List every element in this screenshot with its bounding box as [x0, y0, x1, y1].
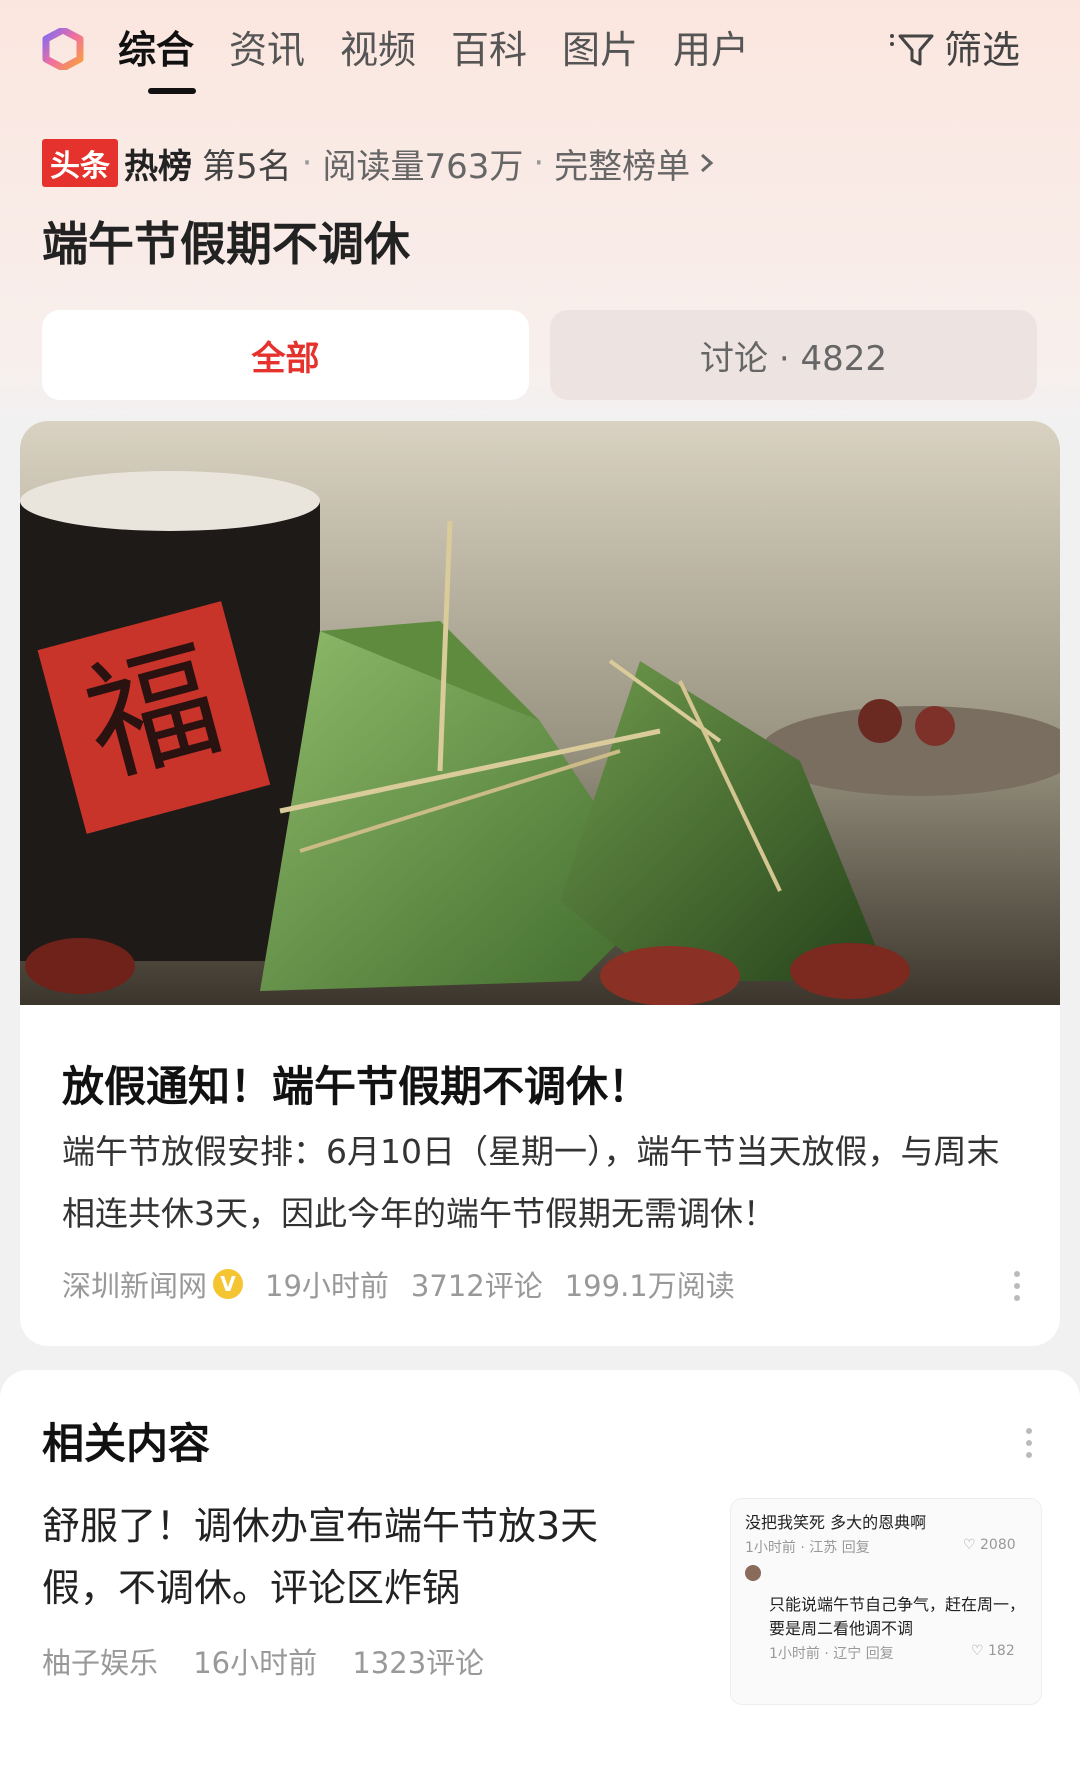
related-meta: 柚子娱乐 16小时前 1323评论: [42, 1640, 510, 1682]
full-list-label: 完整榜单: [554, 146, 691, 187]
segment-all[interactable]: 全部: [42, 310, 529, 400]
full-list-link[interactable]: 完整榜单: [554, 139, 718, 188]
segment-discussion[interactable]: 讨论 · 4822: [550, 310, 1037, 400]
thumb-comment-2a: 只能说端午节自己争气，赶在周一，: [769, 1595, 1026, 1614]
separator-dot: ·: [301, 143, 313, 183]
related-title[interactable]: 舒服了！调休办宣布端午节放3天假，不调休。评论区炸锅: [42, 1495, 662, 1619]
article-time: 19小时前: [265, 1269, 389, 1303]
avatar: [745, 1565, 761, 1581]
article-meta: 深圳新闻网 V 19小时前 3712评论 199.1万阅读: [62, 1263, 735, 1305]
tab-images[interactable]: 图片: [562, 20, 638, 80]
active-tab-indicator: [148, 88, 196, 94]
page-title: 端午节假期不调休: [42, 217, 410, 271]
related-more-icon[interactable]: [1026, 1428, 1032, 1458]
filter-button[interactable]: 筛选: [888, 20, 1020, 80]
article-source[interactable]: 深圳新闻网: [62, 1263, 207, 1305]
article-title[interactable]: 放假通知！端午节假期不调休！: [62, 1053, 650, 1114]
read-count: 阅读量763万: [322, 146, 524, 187]
toutiao-badge: 头条: [42, 139, 118, 187]
related-thumbnail[interactable]: 没把我笑死 多大的恩典啊 1小时前 · 江苏 回复 ♡ 2080 只能说端午节自…: [730, 1498, 1042, 1705]
related-comments: 1323评论: [352, 1646, 485, 1680]
tab-wiki[interactable]: 百科: [451, 20, 527, 80]
related-source[interactable]: 柚子娱乐: [42, 1646, 158, 1680]
separator-dot: ·: [533, 143, 545, 183]
tab-general[interactable]: 综合: [118, 20, 194, 80]
filter-label: 筛选: [944, 28, 1021, 72]
thumb-comment-2-likes: ♡ 182: [971, 1643, 1015, 1659]
article-hero-image[interactable]: 福: [20, 421, 1060, 1005]
hotlist-badge: 热榜: [124, 146, 192, 187]
related-content-card: 相关内容 舒服了！调休办宣布端午节放3天假，不调休。评论区炸锅 柚子娱乐 16小…: [0, 1370, 1080, 1770]
top-tab-bar: 综合 资讯 视频 百科 图片 用户 筛选: [0, 0, 1080, 100]
article-summary: 端午节放假安排：6月10日（星期一），端午节当天放假，与周末相连共休3天，因此今…: [62, 1132, 1000, 1233]
thumb-comment-1-meta: 1小时前 · 江苏 回复: [745, 1540, 870, 1556]
related-heading: 相关内容: [42, 1419, 211, 1468]
tab-news[interactable]: 资讯: [229, 20, 305, 80]
rank-text: 第5名: [202, 146, 292, 187]
tab-video[interactable]: 视频: [340, 20, 416, 80]
thumb-comment-1: 没把我笑死 多大的恩典啊: [745, 1513, 927, 1532]
chevron-right-icon: [701, 153, 714, 173]
article-comments: 3712评论: [410, 1269, 543, 1303]
more-options-icon[interactable]: [1014, 1271, 1020, 1301]
thumb-comment-1-likes: ♡ 2080: [963, 1537, 1016, 1553]
thumb-comment-2b: 要是周二看他调不调: [769, 1619, 914, 1638]
related-time: 16小时前: [193, 1646, 318, 1680]
article-reads: 199.1万阅读: [564, 1269, 735, 1303]
tab-users[interactable]: 用户: [673, 20, 749, 80]
verified-badge-icon: V: [213, 1269, 244, 1299]
app-logo-icon[interactable]: [42, 28, 84, 70]
thumb-comment-2-meta: 1小时前 · 辽宁 回复: [769, 1646, 894, 1662]
hot-rank-line: 头条 热榜 第5名 · 阅读量763万 · 完整榜单: [42, 138, 718, 188]
filter-icon: [890, 34, 934, 66]
article-card[interactable]: 福 放假通知！端午节假期不调休！ 端午节放假安排：6月10日（星期一），端午节当…: [20, 421, 1060, 1346]
